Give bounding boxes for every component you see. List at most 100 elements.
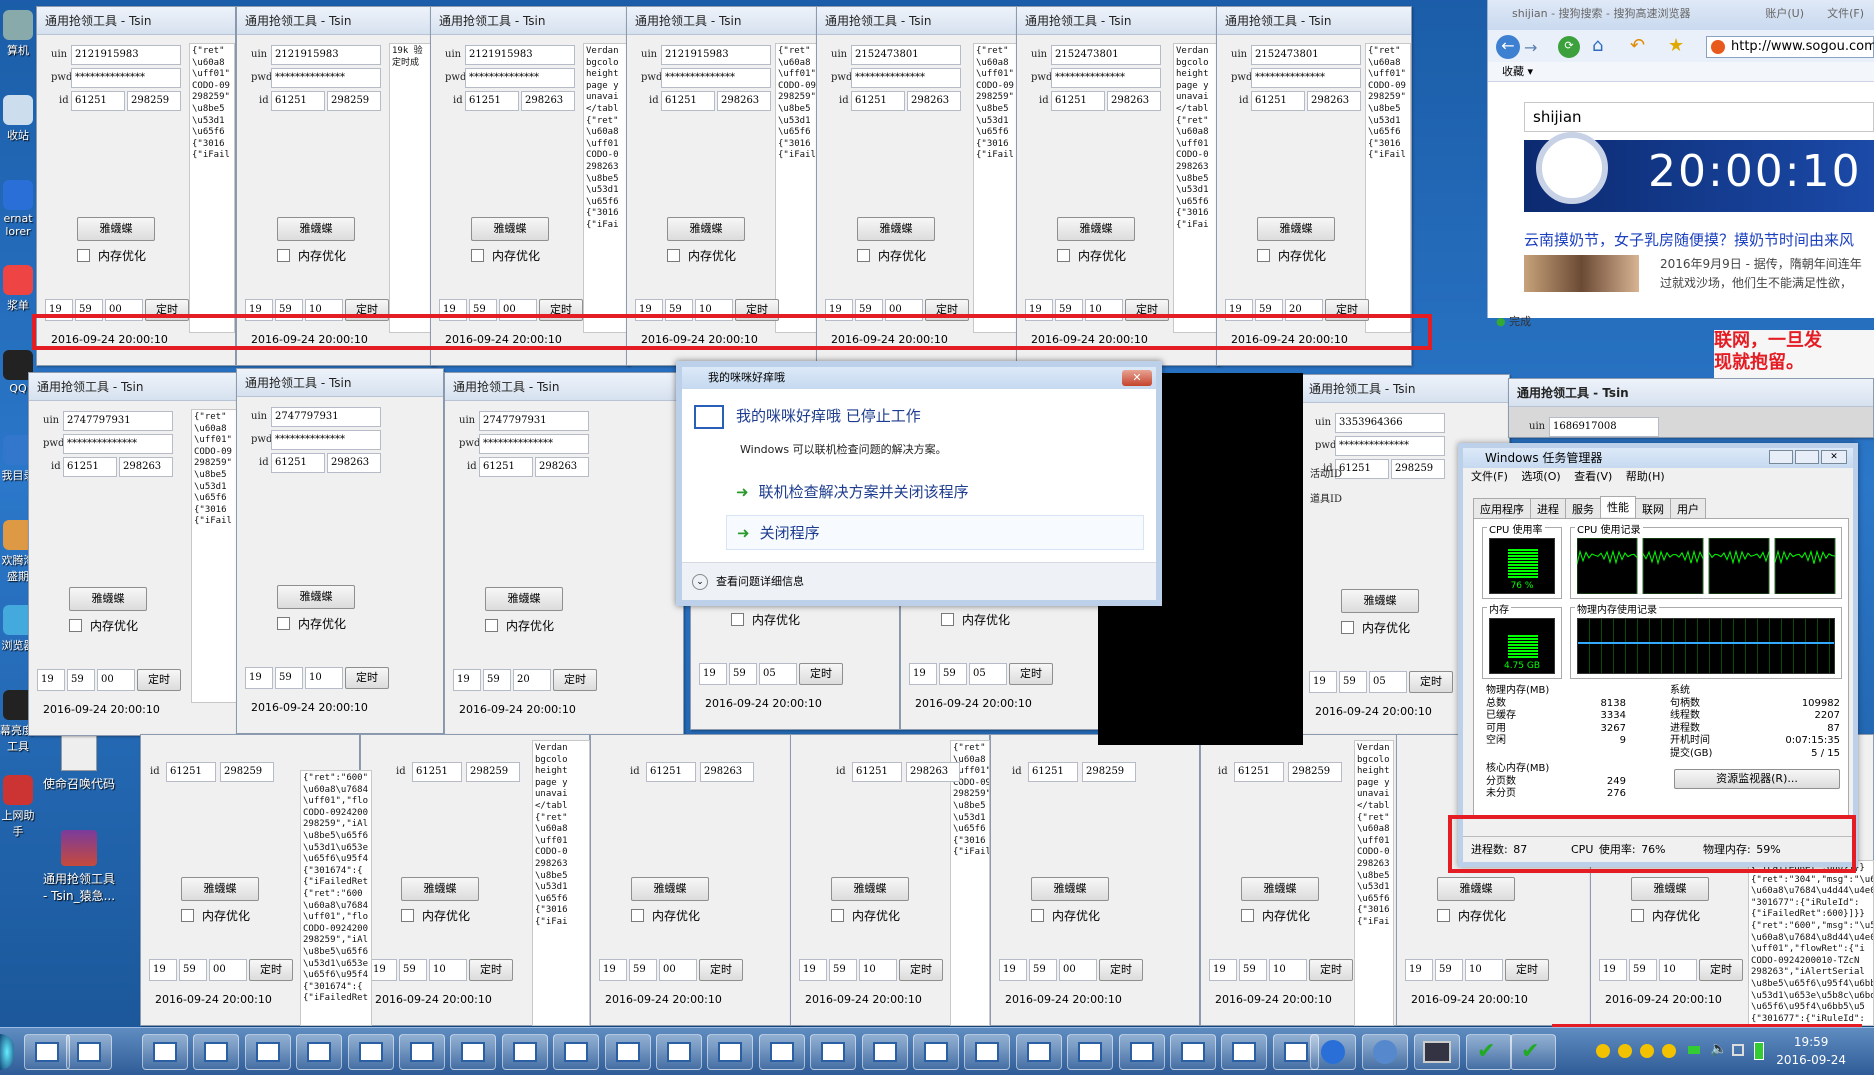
memory-optimize-checkbox[interactable]: 内存优化 [277, 615, 346, 632]
home-icon[interactable]: ⌂ [1592, 35, 1603, 56]
item-id-field[interactable]: 298263 [1307, 91, 1361, 111]
grab-button[interactable]: 雅蠛蝶 [631, 877, 709, 901]
pwd-field[interactable]: ************** [851, 68, 961, 88]
checkbox-icon[interactable] [277, 617, 290, 630]
tool-window[interactable]: 通用抢领工具 - Tsin uin 2747797931 pwd ***********… [236, 368, 444, 734]
second-field[interactable]: 10 [1269, 959, 1307, 981]
minute-field[interactable]: 59 [1239, 959, 1267, 981]
item-id-field[interactable]: 298259 [1288, 762, 1342, 782]
hour-field[interactable]: 19 [1209, 959, 1237, 981]
taskbar-browser[interactable] [1362, 1034, 1408, 1070]
checkbox-icon[interactable] [471, 249, 484, 262]
tab-performance[interactable]: 性能 [1600, 496, 1636, 517]
tab-networking[interactable]: 联网 [1635, 498, 1671, 519]
minute-field[interactable]: 59 [1629, 959, 1657, 981]
uin-field[interactable]: 2152473801 [851, 45, 961, 65]
desktop-icon-tool[interactable]: 通用抢领工具 - Tsin_猿急... [24, 830, 134, 904]
memory-optimize-checkbox[interactable]: 内存优化 [1341, 619, 1410, 636]
tab-services[interactable]: 服务 [1565, 498, 1601, 519]
hour-field[interactable]: 19 [149, 959, 177, 981]
hour-field[interactable]: 19 [909, 663, 937, 685]
hour-field[interactable]: 19 [699, 663, 727, 685]
desktop-icon[interactable]: 收站 [0, 95, 36, 143]
taskbar-app-check[interactable]: ✔ [1466, 1034, 1512, 1070]
activity-id-field[interactable]: 61251 [479, 457, 533, 477]
taskbar-tool-window[interactable] [656, 1034, 702, 1070]
checkbox-icon[interactable] [69, 619, 82, 632]
memory-optimize-checkbox[interactable]: 内存优化 [1031, 907, 1100, 924]
taskbar-tool-window[interactable] [193, 1034, 240, 1070]
checkbox-icon[interactable] [667, 249, 680, 262]
activity-id-field[interactable]: 61251 [1234, 762, 1284, 782]
item-id-field[interactable]: 298263 [535, 457, 589, 477]
memory-optimize-checkbox[interactable]: 内存优化 [1241, 907, 1310, 924]
pwd-field[interactable]: ************** [1251, 68, 1361, 88]
timer-button[interactable]: 定时 [1409, 671, 1453, 693]
tool-window[interactable]: 通用抢领工具 - Tsin uin 2152473801 pwd ***********… [816, 6, 1020, 366]
checkbox-icon[interactable] [1241, 909, 1254, 922]
taskbar-tool-window[interactable] [1221, 1034, 1268, 1070]
activity-id-field[interactable]: 61251 [166, 762, 216, 782]
pwd-field[interactable]: ************** [661, 68, 771, 88]
checkbox-icon[interactable] [831, 909, 844, 922]
taskbar-tool-window[interactable] [707, 1034, 754, 1070]
taskbar-tool-window[interactable] [399, 1034, 445, 1070]
minute-field[interactable]: 59 [67, 669, 95, 691]
taskbar-tool-window[interactable] [964, 1034, 1011, 1070]
second-field[interactable]: 00 [1059, 959, 1097, 981]
hour-field[interactable]: 19 [599, 959, 627, 981]
second-field[interactable]: 00 [659, 959, 697, 981]
uin-field[interactable]: 3353964366 [1335, 413, 1445, 433]
grab-button[interactable]: 雅蠛蝶 [471, 217, 549, 241]
taskbar-tool-window[interactable] [604, 1034, 651, 1070]
memory-optimize-checkbox[interactable]: 内存优化 [831, 907, 900, 924]
activity-id-field[interactable]: 61251 [1051, 91, 1105, 111]
timer-button[interactable]: 定时 [899, 959, 943, 981]
item-id-field[interactable]: 298263 [1107, 91, 1161, 111]
hour-field[interactable]: 19 [1405, 959, 1433, 981]
hour-field[interactable]: 19 [453, 669, 481, 691]
item-id-field[interactable]: 298263 [327, 453, 381, 473]
grab-button[interactable]: 雅蠛蝶 [69, 587, 147, 611]
timer-button[interactable]: 定时 [799, 663, 843, 685]
uin-field[interactable]: 2121915983 [465, 45, 575, 65]
browser-window[interactable]: shijian - 搜狗搜索 - 搜狗高速浏览器 账户(U) 文件(F) ← →… [1487, 0, 1874, 328]
taskbar-tool-window[interactable] [861, 1034, 908, 1070]
second-field[interactable]: 05 [759, 663, 797, 685]
grab-button[interactable]: 雅蠛蝶 [485, 587, 563, 611]
item-id-field[interactable]: 298263 [700, 762, 754, 782]
minute-field[interactable]: 59 [179, 959, 207, 981]
browser-menu-file[interactable]: 文件(F) [1827, 0, 1864, 28]
timer-button[interactable]: 定时 [249, 959, 293, 981]
item-id-field[interactable]: 298259 [327, 91, 381, 111]
minute-field[interactable]: 59 [939, 663, 967, 685]
taskbar-app[interactable] [24, 1034, 70, 1070]
news-link[interactable]: 云南摸奶节，女子乳房随便摸？摸奶节时间由来风 [1524, 229, 1854, 250]
grab-button[interactable]: 雅蠛蝶 [857, 217, 935, 241]
tab-applications[interactable]: 应用程序 [1473, 498, 1531, 519]
desktop-icon[interactable]: 算机 [0, 10, 36, 58]
grab-button[interactable]: 雅蠛蝶 [401, 877, 479, 901]
activity-id-field[interactable]: 61251 [271, 91, 325, 111]
tool-window[interactable]: 通用抢领工具 - Tsin uin 2121915983 pwd ***********… [430, 6, 630, 366]
timer-button[interactable]: 定时 [1309, 959, 1353, 981]
undo-icon[interactable]: ↶ [1630, 35, 1645, 56]
taskbar-tool-window[interactable] [1118, 1034, 1165, 1070]
grab-button[interactable]: 雅蠛蝶 [1437, 877, 1515, 901]
grab-button[interactable]: 雅蠛蝶 [1241, 877, 1319, 901]
item-id-field[interactable]: 298263 [717, 91, 771, 111]
checkbox-icon[interactable] [941, 613, 954, 626]
uin-field[interactable]: 1686917008 [1549, 417, 1659, 437]
grab-button[interactable]: 雅蠛蝶 [1057, 217, 1135, 241]
activity-id-field[interactable]: 61251 [1251, 91, 1305, 111]
checkbox-icon[interactable] [485, 619, 498, 632]
uin-field[interactable]: 2747797931 [63, 411, 173, 431]
taskmgr-tray-icon[interactable] [1754, 1042, 1764, 1060]
minute-field[interactable]: 59 [399, 959, 427, 981]
taskbar-tool-window[interactable] [244, 1034, 291, 1070]
menu-help[interactable]: 帮助(H) [1626, 470, 1665, 483]
second-field[interactable]: 00 [209, 959, 247, 981]
timer-button[interactable]: 定时 [1009, 663, 1053, 685]
grab-button[interactable]: 雅蠛蝶 [667, 217, 745, 241]
checkbox-icon[interactable] [1057, 249, 1070, 262]
